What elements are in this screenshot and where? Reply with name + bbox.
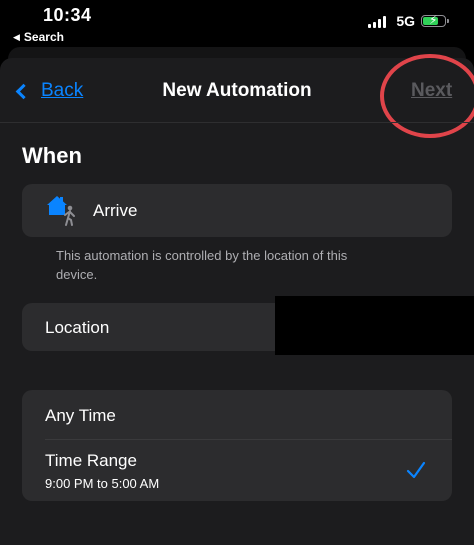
network-type: 5G [396, 13, 415, 29]
battery-charging-icon: ⚡ [421, 13, 449, 27]
any-time-label: Any Time [45, 406, 116, 425]
time-option-time-range[interactable]: Time Range 9:00 PM to 5:00 AM [22, 440, 452, 501]
time-options-card: Any Time Time Range 9:00 PM to 5:00 AM [22, 390, 452, 501]
cellular-signal-icon [368, 15, 388, 28]
time-range-label: Time Range [45, 451, 137, 470]
back-triangle-icon: ◀ [13, 31, 20, 42]
annotation-circle [380, 54, 474, 138]
location-label: Location [45, 318, 110, 337]
section-title: When [22, 143, 82, 168]
back-to-search-link[interactable]: ◀ Search [13, 30, 64, 44]
nav-divider [0, 122, 474, 123]
status-bar: 10:34 ◀ Search 5G ⚡ [0, 0, 474, 50]
back-to-search-label: Search [23, 30, 64, 44]
checkmark-icon [406, 461, 426, 479]
redacted-region [275, 296, 474, 355]
time-option-any-time[interactable]: Any Time [22, 390, 452, 439]
automation-note: This automation is controlled by the loc… [56, 248, 348, 282]
home-arrive-icon [47, 196, 75, 226]
time-range-value: 9:00 PM to 5:00 AM [45, 476, 160, 491]
trigger-label: Arrive [93, 201, 138, 220]
status-indicators: 5G ⚡ [368, 13, 449, 29]
trigger-card[interactable]: Arrive [22, 184, 452, 237]
status-time: 10:34 [43, 5, 92, 25]
